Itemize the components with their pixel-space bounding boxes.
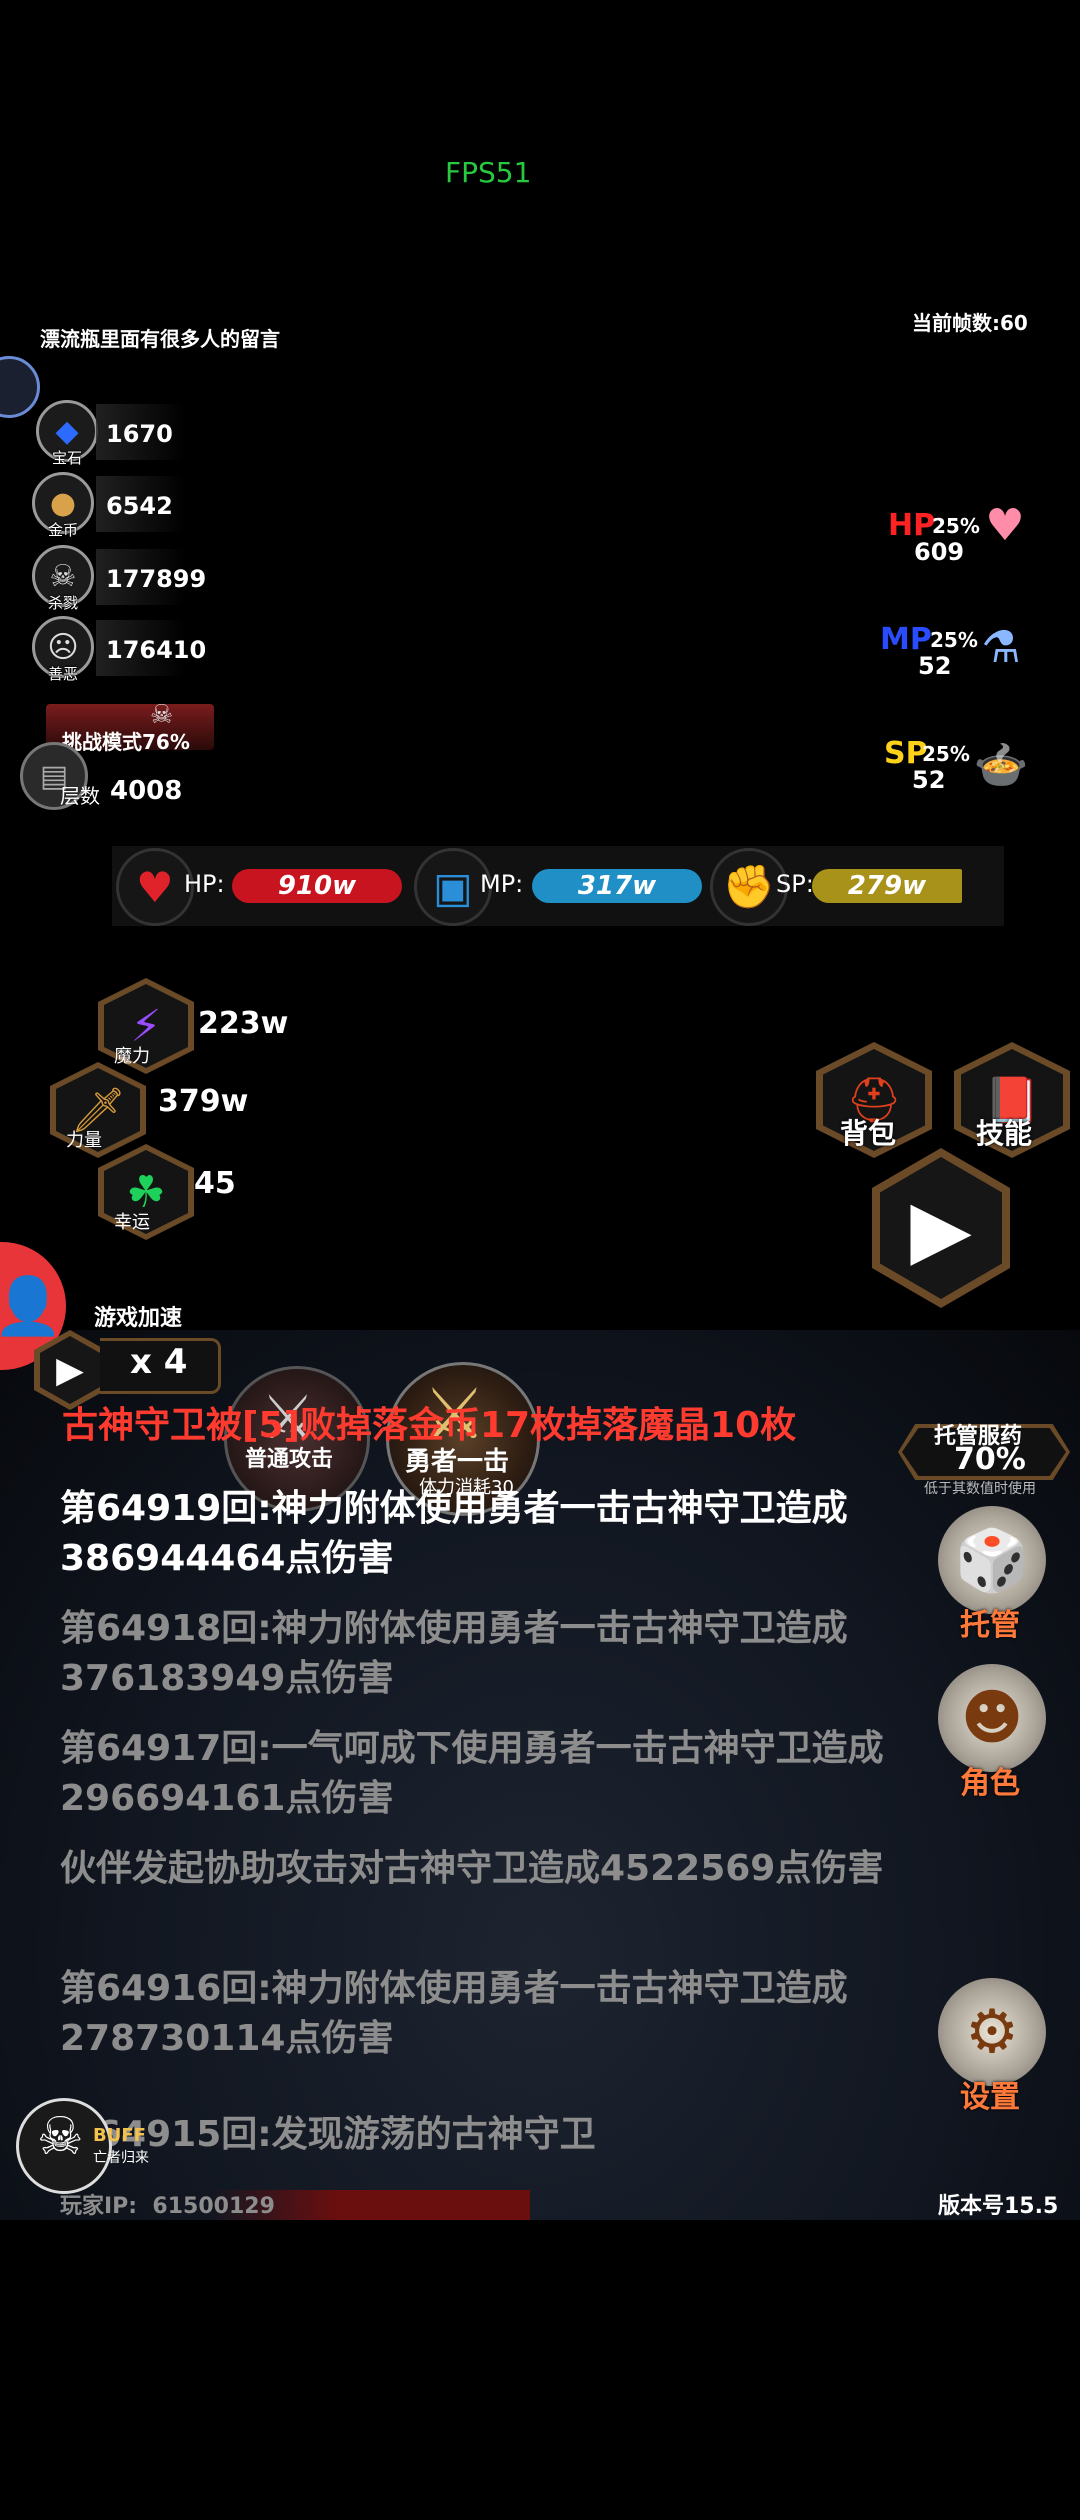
auto-button[interactable]: 🎲 托管 [938, 1506, 1048, 1646]
game-speed-label: 游戏加速 [94, 1306, 183, 1331]
hp-potion-icon: ♥ [985, 499, 1025, 551]
resource-kills[interactable]: ☠ 杀戮 177899 [32, 545, 206, 612]
fps-counter: FPS51 [445, 156, 532, 189]
gear-icon: ⚙ [938, 1978, 1046, 2086]
speed-multiplier: x 4 [130, 1342, 188, 1382]
role-button[interactable]: ☻ 角色 [938, 1664, 1048, 1804]
hp-bar: 910w [232, 869, 402, 903]
hp-potion[interactable]: HP 25% 609 ♥ [888, 490, 1048, 570]
battle-log-line: 第64919回:神力附体使用勇者一击古神守卫造成386944464点伤害 [60, 1488, 848, 1579]
kill-count: 177899 [106, 565, 207, 593]
heart-icon: ♥ [116, 848, 194, 926]
karma-count: 176410 [106, 636, 207, 664]
challenge-mode-label: 挑战模式76% [62, 730, 190, 754]
resource-karma[interactable]: ☹ 善恶 176410 [32, 616, 206, 683]
resource-gem[interactable]: ◆ 宝石 1670 [36, 400, 186, 467]
battle-log-line: 第64916回:神力附体使用勇者一击古神守卫造成278730114点伤害 [60, 1968, 848, 2059]
play-button[interactable]: ▶ [872, 1148, 1010, 1308]
floor-caption: 层数 [60, 784, 100, 808]
floor-value: 4008 [110, 776, 183, 806]
challenge-mode-panel[interactable]: ☠ 挑战模式76% ▤ 层数 4008 [14, 700, 214, 820]
bag-button[interactable]: ⛑ 背包 [814, 1040, 934, 1160]
bottom-blank-area [0, 2220, 1080, 2520]
battle-log-line: 第64918回:神力附体使用勇者一击古神守卫造成376183949点伤害 [60, 1608, 848, 1699]
level-avatar-badge[interactable] [0, 356, 40, 418]
version-number: 版本号15.5 [938, 2194, 1059, 2219]
speed-play-icon: ▶ [56, 1349, 84, 1391]
dice-icon: 🎲 [938, 1506, 1046, 1614]
drop-banner: 古神守卫被[5]败掉落金币17枚掉落魔晶10枚 [62, 1405, 797, 1446]
resource-gold[interactable]: ● 金币 6542 [32, 472, 186, 539]
mp-potion-icon: ⚗ [981, 621, 1021, 673]
sp-food-icon: 🍲 [973, 740, 1029, 791]
stat-bars: ♥ HP: 910w ▣ MP: 317w ✊ SP: 279w [112, 846, 1004, 926]
current-frames: 当前帧数:60 [912, 311, 1028, 335]
skills-button[interactable]: 📕 技能 [952, 1040, 1072, 1160]
sp-potion[interactable]: SP 25% 52 🍲 [884, 730, 1044, 810]
game-speed-control[interactable]: ▶ x 4 [34, 1330, 221, 1410]
buff-skull-icon: ☠ [37, 2107, 84, 2167]
battle-log-line: 第64915回:发现游荡的古神守卫 [60, 2114, 596, 2155]
mp-bar: 317w [532, 869, 702, 903]
attr-luck[interactable]: ☘ 幸运 45 [96, 1142, 296, 1242]
play-icon: ▶ [910, 1181, 972, 1275]
sp-bar: 279w [812, 869, 962, 903]
buff-badge[interactable]: ☠ BUFF 亡者归来 [16, 2098, 149, 2194]
mp-potion[interactable]: MP 25% 52 ⚗ [880, 612, 1040, 692]
gold-count: 6542 [106, 492, 173, 520]
battle-log-line: 第64917回:一气呵成下使用勇者一击古神守卫造成296694161点伤害 [60, 1728, 884, 1819]
player-ip: 玩家IP: 61500129 [60, 2194, 275, 2219]
hooded-character-icon: ☻ [938, 1664, 1046, 1772]
drift-bottle-tip[interactable]: 漂流瓶里面有很多人的留言 [40, 323, 280, 352]
battle-log-line: 伙伴发起协助攻击对古神守卫造成4522569点伤害 [60, 1848, 884, 1889]
auto-potion-setting[interactable]: 托管服药 70% 低于其数值时使用 [898, 1418, 1070, 1497]
gem-count: 1670 [106, 420, 173, 448]
settings-button[interactable]: ⚙ 设置 [938, 1978, 1048, 2118]
